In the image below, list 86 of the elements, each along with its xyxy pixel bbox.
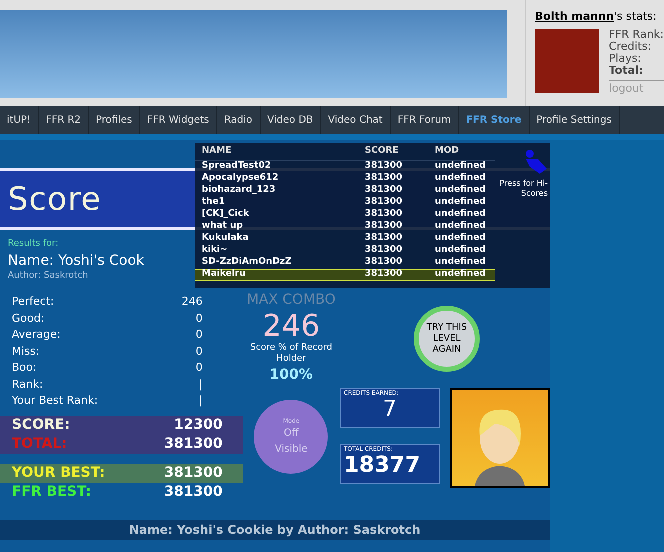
total-label: TOTAL: [12, 434, 68, 454]
leaderboard-row[interactable]: Apocalypse612 381300 undefined [195, 173, 495, 185]
player-score: 381300 [365, 172, 404, 185]
player-score: 381300 [365, 196, 404, 209]
player-name: Kukulaka [201, 232, 250, 245]
stat-label: FFR Rank: [609, 28, 664, 40]
album-art-placeholder [535, 28, 600, 92]
stat-label: Credits: [609, 40, 653, 52]
player-mod: undefined [435, 208, 487, 221]
total-credits-value: 18377 [344, 454, 422, 478]
player-name: biohazard_123 [201, 184, 277, 197]
total-label: YOUR BEST: [12, 464, 106, 482]
stat-value: 0 [196, 310, 203, 326]
player-name: the1 [201, 196, 226, 209]
player-name: Maikelru [201, 268, 247, 282]
stat-value: 0 [196, 344, 203, 360]
author-name: Author: Saskrotch [8, 270, 88, 282]
stat-value: 0 [196, 327, 203, 343]
hi-scores-hint: Press for Hi-Scores [498, 179, 548, 199]
stat-value: | [199, 393, 203, 409]
stats-title: Bolth mannn's stats: [535, 9, 658, 25]
total-value: 381300 [164, 482, 223, 502]
player-mod: undefined [435, 232, 487, 245]
leaderboard-row[interactable]: SD-ZzDiAmOnDzZ 381300 undefined [195, 257, 495, 269]
player-name: SpreadTest02 [201, 160, 272, 173]
stat-label: Average: [12, 327, 61, 343]
results-for-label: Results for: [8, 238, 59, 251]
stat-label: Total: [609, 64, 664, 80]
max-combo-value: 246 [262, 311, 320, 343]
player-mod: undefined [435, 268, 487, 282]
stat-value: | [199, 376, 203, 393]
max-combo-label: MAX COMBO [246, 291, 336, 310]
leaderboard-row[interactable]: the1 381300 undefined [195, 197, 495, 209]
stat-label: Good: [12, 310, 45, 326]
player-mod: undefined [435, 220, 487, 233]
player-name: [CK]_Cick [201, 208, 250, 221]
player-score: 381300 [365, 184, 404, 197]
footer-text: Name: Yoshi's Cookie by Author: Saskrotch [129, 522, 421, 539]
player-score: 381300 [365, 220, 404, 233]
column-header: MOD [435, 144, 460, 158]
total-value: 381300 [164, 434, 223, 454]
total-value: 381300 [164, 464, 223, 482]
player-name: what up [201, 220, 244, 233]
player-score: 381300 [365, 268, 404, 282]
player-name: kiki~ [201, 244, 229, 257]
player-score: 381300 [365, 232, 404, 245]
credits-earned-value: 7 [382, 398, 398, 422]
record-value: 100% [270, 366, 314, 385]
player-score: 381300 [365, 208, 404, 221]
player-name: Apocalypse612 [201, 172, 280, 185]
player-mod: undefined [435, 244, 487, 257]
player-mod: undefined [435, 196, 487, 209]
player-score: 381300 [365, 244, 404, 257]
song-name: Name: Yoshi's Cook [8, 252, 144, 270]
leaderboard-row[interactable]: biohazard_123 381300 undefined [195, 185, 495, 197]
stat-label: Boo: [12, 360, 37, 376]
player-name: SD-ZzDiAmOnDzZ [201, 256, 293, 269]
stat-label: Plays: [609, 52, 642, 64]
column-header: NAME [201, 144, 233, 158]
mode-value: Visible [275, 442, 308, 456]
stat-label: Your Best Rank: [12, 393, 98, 409]
leaderboard-row[interactable]: [CK]_Cick 381300 undefined [195, 209, 495, 221]
stat-label: Perfect: [12, 294, 54, 310]
score-title: Score [8, 179, 102, 220]
column-header: SCORE [365, 144, 400, 158]
stat-label: Miss: [12, 344, 40, 360]
stat-value: 0 [196, 360, 203, 376]
mode-value: Off [284, 426, 299, 440]
stat-value: 246 [182, 294, 203, 310]
record-label: Score % of Record Holder [249, 343, 334, 365]
player-mod: undefined [435, 172, 487, 185]
player-mod: undefined [435, 160, 487, 173]
player-score: 381300 [365, 256, 404, 269]
player-score: 381300 [365, 160, 404, 173]
leaderboard-row[interactable]: kiki~ 381300 undefined [195, 245, 495, 257]
leaderboard-row[interactable]: what up 381300 undefined [195, 221, 495, 233]
leaderboard-row[interactable]: SpreadTest02 381300 undefined [195, 161, 495, 173]
leaderboard-row[interactable]: Maikelru 381300 undefined [195, 269, 495, 281]
total-label: FFR BEST: [12, 482, 92, 502]
total-label: SCORE: [12, 416, 70, 434]
player-mod: undefined [435, 256, 487, 269]
stat-label: Rank: [12, 376, 44, 392]
leaderboard-row[interactable]: Kukulaka 381300 undefined [195, 233, 495, 245]
player-mod: undefined [435, 184, 487, 197]
total-value: 12300 [174, 416, 223, 434]
try-again-button[interactable]: TRY THIS LEVEL AGAIN [414, 306, 480, 372]
